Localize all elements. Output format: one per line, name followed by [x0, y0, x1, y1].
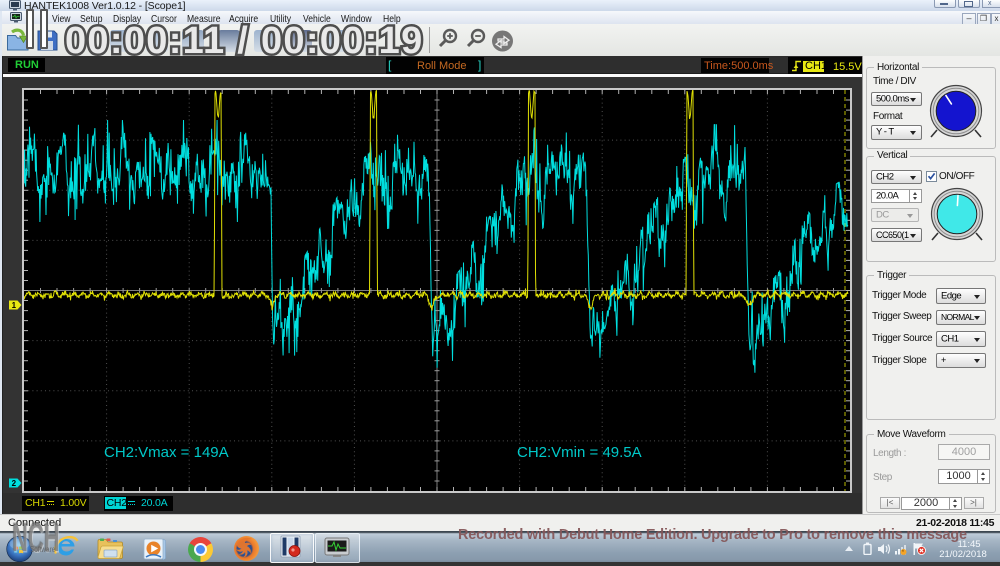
svg-text:CH2:Vmin = 49.5A: CH2:Vmin = 49.5A: [517, 444, 642, 461]
svg-text:1: 1: [12, 301, 17, 310]
svg-text:2: 2: [12, 479, 17, 488]
svg-text:CH2:Vmax = 149A: CH2:Vmax = 149A: [104, 444, 229, 461]
